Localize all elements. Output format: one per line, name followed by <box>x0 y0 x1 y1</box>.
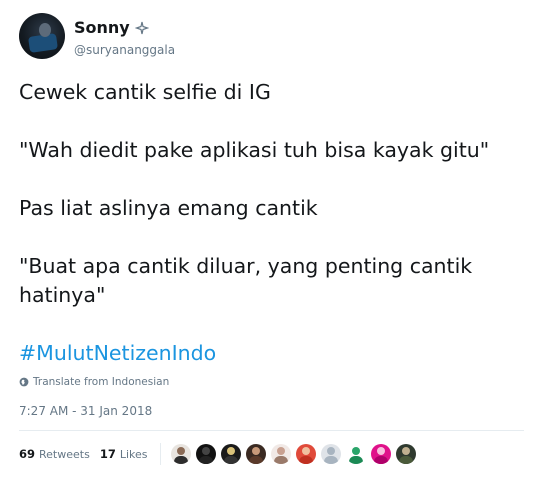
sparkle-icon <box>134 21 149 34</box>
tweet-line: Cewek cantik selfie di IG <box>19 80 271 104</box>
tweet-line: "Buat apa cantik diluar, yang penting ca… <box>19 254 473 307</box>
liker-avatar[interactable] <box>270 444 291 464</box>
translate-link[interactable]: Translate from Indonesian <box>19 376 169 388</box>
author-avatar[interactable] <box>19 13 65 59</box>
tweet-line: "Wah diedit pake aplikasi tuh bisa kayak… <box>19 138 490 162</box>
stats-divider <box>159 443 161 465</box>
author-handle[interactable]: @suryananggala <box>74 43 175 57</box>
liker-avatar[interactable] <box>395 444 416 464</box>
liker-avatar[interactable] <box>195 444 216 464</box>
liker-avatar[interactable] <box>245 444 266 464</box>
liker-avatar[interactable] <box>295 444 316 464</box>
globe-icon <box>19 377 29 387</box>
liker-avatar[interactable] <box>320 444 341 464</box>
likes-label: Likes <box>119 447 148 461</box>
liker-avatars <box>170 444 421 464</box>
tweet-stats: 69 Retweets 17 Likes <box>19 443 421 465</box>
tweet-line: Pas liat aslinya emang cantik <box>19 196 318 220</box>
translate-label: Translate from Indonesian <box>33 376 170 388</box>
author-name-row: Sonny <box>74 18 149 37</box>
likes-count: 17 <box>99 447 116 461</box>
tweet-text: Cewek cantik selfie di IG "Wah diedit pa… <box>19 78 524 368</box>
hashtag-link[interactable]: #MulutNetizenIndo <box>19 339 524 368</box>
retweets-stat[interactable]: 69 Retweets <box>19 447 90 461</box>
liker-avatar[interactable] <box>345 444 366 464</box>
author-name[interactable]: Sonny <box>74 18 130 37</box>
liker-avatar[interactable] <box>220 444 241 464</box>
liker-avatar[interactable] <box>370 444 391 464</box>
divider <box>19 430 524 431</box>
retweets-label: Retweets <box>39 447 90 461</box>
retweets-count: 69 <box>19 447 36 461</box>
likes-stat[interactable]: 17 Likes <box>100 447 148 461</box>
tweet-timestamp[interactable]: 7:27 AM - 31 Jan 2018 <box>19 404 152 418</box>
tweet-header: Sonny @suryananggala <box>19 12 519 60</box>
liker-avatar[interactable] <box>170 444 191 464</box>
